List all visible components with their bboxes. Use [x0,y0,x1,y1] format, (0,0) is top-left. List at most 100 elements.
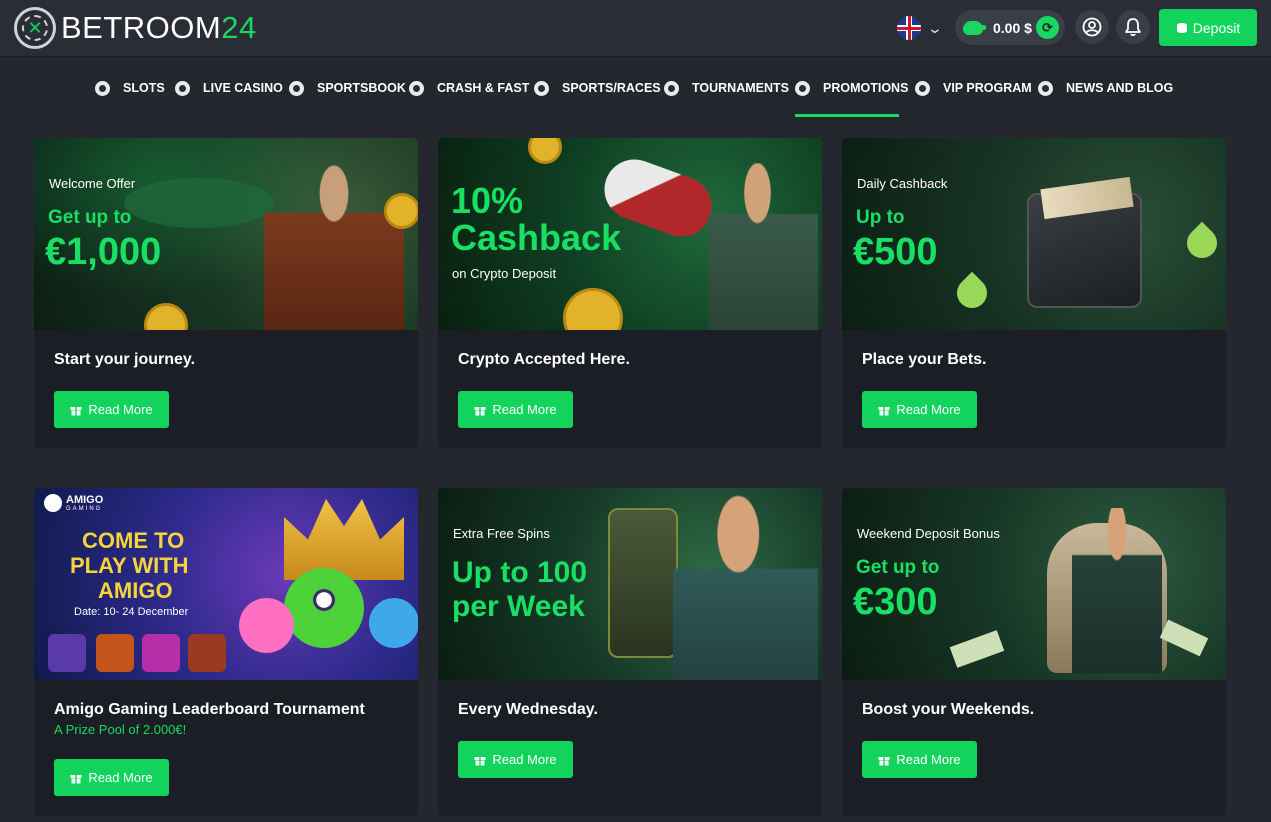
nav-item-vip-program[interactable]: VIP PROGRAM [915,78,1032,98]
game-thumbnail [96,634,134,672]
logo-bet: BET [61,10,123,45]
soccer-ball-icon [289,80,304,96]
banner-amount: €300 [853,581,938,623]
gift-icon [795,80,810,96]
read-more-label: Read More [492,752,557,767]
user-icon [1082,17,1102,37]
amigo-brand: AMIGO [66,493,104,506]
read-more-button[interactable]: Read More [54,391,169,428]
card-title: Crypto Accepted Here. [458,351,630,368]
businessman-figure [1072,508,1162,673]
deposit-button[interactable]: Deposit [1159,9,1257,46]
banner-label: Daily Cashback [857,176,948,191]
businessman-figure [264,148,404,330]
banner-headline: Up to 100 [452,556,588,589]
coin-icon [528,138,562,164]
man-figure [673,493,818,680]
read-more-button[interactable]: Read More [54,759,169,796]
banner-amount: €500 [853,231,938,273]
banknote-shape [1159,619,1209,657]
active-tab-indicator [795,114,899,117]
nav-item-crash-fast[interactable]: CRASH & FAST [409,78,529,98]
game-thumbnail [48,634,86,672]
banner-headline: Get up to [48,207,132,228]
spade-shape [1180,221,1224,265]
nav-item-slots[interactable]: SLOTS [95,78,165,98]
balance-amount: 0.00 $ [993,19,1032,36]
language-selector[interactable]: ⌄ [897,16,943,40]
promo-banner-image[interactable]: Extra Free Spins Up to 100 per Week [438,488,822,680]
banner-amount: per Week [452,590,585,623]
slot-machine-shape [608,508,678,658]
read-more-button[interactable]: Read More [458,391,573,428]
read-more-label: Read More [88,770,153,785]
notifications-button[interactable] [1116,10,1150,44]
promo-card: AMIGO GAMING COME TO PLAY WITH AMIGO Dat… [34,488,418,816]
spade-shape [950,271,994,315]
read-more-label: Read More [88,402,153,417]
coin-icon [563,288,623,330]
gift-icon [474,756,486,765]
game-thumbnail [142,634,180,672]
main-nav: SLOTS LIVE CASINO SPORTSBOOK CRASH & FAS… [0,58,1271,118]
amigo-brand-sub: GAMING [66,505,103,512]
card-subtitle: A Prize Pool of 2.000€! [54,722,187,737]
promo-banner-image[interactable]: Daily Cashback Up to €500 [842,138,1226,330]
game-thumbnail [188,634,226,672]
banner-headline: 10% [451,180,524,221]
read-more-button[interactable]: Read More [458,741,573,778]
nav-item-sportsbook[interactable]: SPORTSBOOK [289,78,406,98]
banner-headline: Get up to [856,557,940,578]
banner-headline: Up to [856,207,905,228]
read-more-button[interactable]: Read More [862,741,977,778]
uk-flag-icon [897,16,921,40]
refresh-icon[interactable]: ⟳ [1036,16,1059,39]
logo[interactable]: ✕ BETROOM24 [14,7,257,49]
banner-label: Welcome Offer [49,176,136,191]
banner-headline-2: PLAY WITH [70,553,189,578]
crown-icon [915,80,930,96]
card-title: Every Wednesday. [458,701,598,718]
megaphone-icon [1038,80,1053,96]
promo-banner-image[interactable]: Welcome Offer Get up to €1,000 [34,138,418,330]
read-more-button[interactable]: Read More [862,391,977,428]
banner-amount: €1,000 [45,231,162,273]
coin-icon [384,193,418,229]
nav-item-sports-races[interactable]: SPORTS/RACES [534,78,661,98]
nav-item-live-casino[interactable]: LIVE CASINO [175,78,283,98]
logo-number: 24 [221,10,257,45]
promo-card: Extra Free Spins Up to 100 per Week Ever… [438,488,822,816]
card-title: Start your journey. [54,351,196,368]
nav-item-tournaments[interactable]: TOURNAMENTS [664,78,789,98]
promo-banner-image[interactable]: Weekend Deposit Bonus Get up to €300 [842,488,1226,680]
amigo-logo-icon [44,494,62,512]
banknote-shape [949,630,1005,668]
card-title: Amigo Gaming Leaderboard Tournament [54,701,365,718]
roulette-wheel-icon: ✕ [14,7,56,49]
promo-card: Weekend Deposit Bonus Get up to €300 Boo… [842,488,1226,816]
logo-text: BETROOM24 [61,7,257,49]
gift-icon [878,756,890,765]
nav-item-news-blog[interactable]: NEWS AND BLOG [1038,78,1173,98]
banner-label: Extra Free Spins [453,526,550,541]
nav-item-promotions[interactable]: PROMOTIONS [795,78,908,98]
banner-headline: COME TO [82,528,185,553]
banner-note: on Crypto Deposit [452,266,557,281]
read-more-label: Read More [896,752,961,767]
piggy-bank-icon [963,20,986,35]
gift-icon [474,406,486,415]
top-bar: ✕ BETROOM24 ⌄ 0.00 $ ⟳ Deposit [0,0,1271,57]
gift-icon [70,406,82,415]
card-title: Place your Bets. [862,351,987,368]
blue-pig-character [369,598,418,648]
nav-label: TOURNAMENTS [692,81,789,95]
wallet-balance[interactable]: 0.00 $ ⟳ [955,10,1065,45]
banner-label: Weekend Deposit Bonus [857,526,1000,541]
user-profile-button[interactable] [1075,10,1109,44]
read-more-label: Read More [896,402,961,417]
gift-icon [70,774,82,783]
promo-banner-image[interactable]: AMIGO GAMING COME TO PLAY WITH AMIGO Dat… [34,488,418,680]
promo-card: Welcome Offer Get up to €1,000 Start you… [34,138,418,448]
promo-banner-image[interactable]: 10% Cashback on Crypto Deposit [438,138,822,330]
nav-label: SPORTS/RACES [562,81,661,95]
